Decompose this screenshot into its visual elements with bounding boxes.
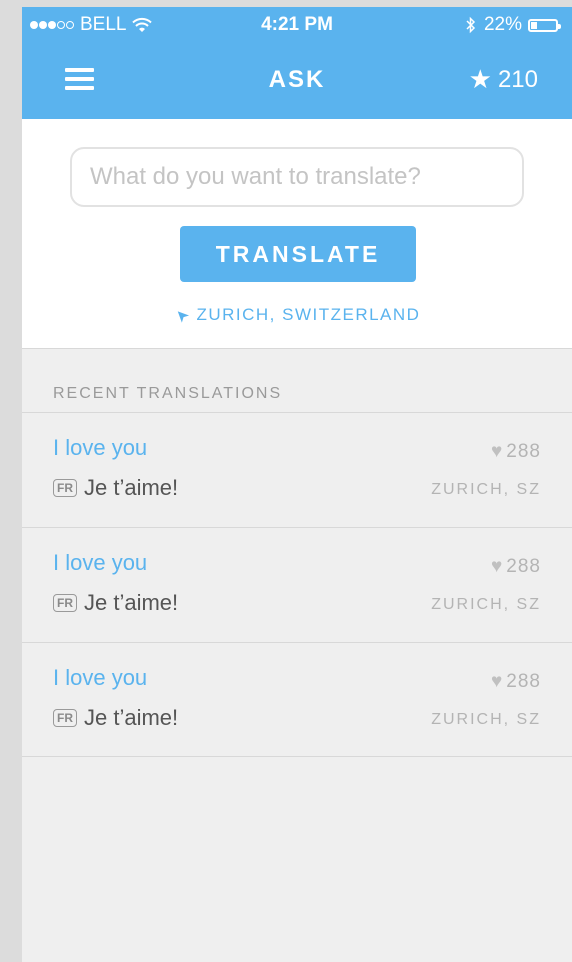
location-label: ZURICH, SWITZERLAND	[196, 305, 421, 324]
item-location: ZURICH, SZ	[431, 481, 541, 498]
nav-bar: ASK ★ 210	[22, 52, 572, 104]
list-item[interactable]: I love you ♥ 288 FR Je t’aime! ZURICH, S…	[22, 642, 572, 757]
like-count[interactable]: ♥ 288	[491, 556, 541, 578]
heart-icon: ♥	[491, 441, 504, 462]
translate-button[interactable]: TRANSLATE	[180, 226, 416, 282]
stars-count: 210	[497, 65, 538, 93]
battery-icon	[528, 18, 561, 32]
like-count-value: 288	[506, 556, 541, 577]
status-right: 22%	[466, 14, 561, 36]
source-text: I love you	[53, 550, 148, 575]
star-icon: ★	[468, 64, 492, 94]
header: BELL 4:21 PM 22% ASK ★ 210	[22, 7, 572, 119]
source-text: I love you	[53, 435, 148, 460]
translation-result: FR Je t’aime!	[53, 475, 178, 501]
stars-counter[interactable]: ★ 210	[469, 64, 538, 95]
location-link[interactable]: ➤ ZURICH, SWITZERLAND	[22, 303, 572, 326]
translated-text: Je t’aime!	[84, 475, 179, 500]
ask-panel: TRANSLATE ➤ZURICH, SWITZERLAND	[22, 119, 572, 349]
like-count[interactable]: ♥ 288	[491, 671, 541, 693]
translate-input[interactable]	[70, 147, 524, 207]
heart-icon: ♥	[491, 671, 504, 692]
language-badge: FR	[53, 709, 77, 727]
like-count-value: 288	[506, 441, 541, 462]
translation-result: FR Je t’aime!	[53, 705, 178, 731]
like-count-value: 288	[506, 671, 541, 692]
heart-icon: ♥	[491, 556, 504, 577]
list-item[interactable]: I love you ♥ 288 FR Je t’aime! ZURICH, S…	[22, 527, 572, 642]
translated-text: Je t’aime!	[84, 705, 179, 730]
translation-result: FR Je t’aime!	[53, 590, 178, 616]
language-badge: FR	[53, 479, 77, 497]
like-count[interactable]: ♥ 288	[491, 441, 541, 463]
recent-translations-list: I love you ♥ 288 FR Je t’aime! ZURICH, S…	[22, 412, 572, 757]
recent-translations-heading: RECENT TRANSLATIONS	[53, 385, 283, 402]
language-badge: FR	[53, 594, 77, 612]
app-screen: BELL 4:21 PM 22% ASK ★ 210 What do you w…	[22, 7, 572, 962]
status-bar: BELL 4:21 PM 22%	[22, 7, 572, 41]
battery-percent: 22%	[483, 14, 522, 35]
item-location: ZURICH, SZ	[431, 711, 541, 728]
bluetooth-icon	[466, 16, 476, 34]
location-arrow-icon: ➤	[170, 303, 193, 326]
item-location: ZURICH, SZ	[431, 596, 541, 613]
list-item[interactable]: I love you ♥ 288 FR Je t’aime! ZURICH, S…	[22, 412, 572, 527]
source-text: I love you	[53, 665, 148, 690]
translated-text: Je t’aime!	[84, 590, 179, 615]
